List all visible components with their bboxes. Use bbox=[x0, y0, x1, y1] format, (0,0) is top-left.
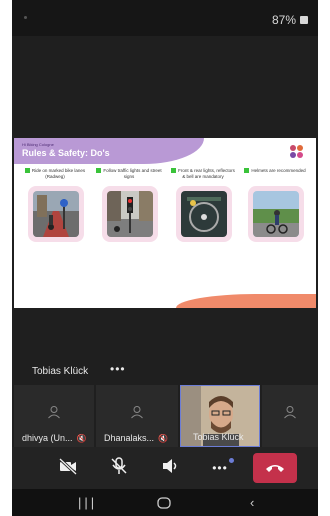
phone-screen: 87% Hi Biking Cologne Rules & Safety: Do… bbox=[12, 0, 318, 516]
status-bar: 87% bbox=[12, 0, 318, 36]
slide-tag: Hi Biking Cologne bbox=[22, 142, 54, 147]
slide-header: Hi Biking Cologne Rules & Safety: Do's bbox=[14, 138, 204, 164]
system-nav-bar: ||| ‹ bbox=[12, 489, 318, 516]
call-controls: ••• bbox=[12, 447, 318, 489]
rule-item: Follow traffic lights and street signs bbox=[96, 168, 162, 242]
participant-name: Tobias Klück bbox=[193, 432, 244, 442]
mic-off-icon: 🔇 bbox=[158, 434, 168, 443]
checkbox-icon bbox=[24, 168, 30, 174]
rule-card bbox=[176, 186, 232, 242]
bike-lane-photo bbox=[33, 191, 79, 237]
checkbox-icon bbox=[96, 168, 102, 174]
speaker-icon bbox=[163, 459, 177, 473]
rule-card bbox=[28, 186, 84, 242]
rule-item: Front & rear lights, reflectors & bell a… bbox=[170, 168, 236, 242]
mic-off-icon bbox=[111, 457, 127, 474]
presenter-more-button[interactable]: ••• bbox=[110, 362, 126, 376]
home-icon[interactable] bbox=[157, 497, 171, 509]
more-icon: ••• bbox=[212, 461, 228, 475]
mic-off-icon: 🔇 bbox=[76, 434, 87, 443]
bike-lights-photo bbox=[181, 191, 227, 237]
rule-item: Ride on marked bike lanes (Radweg) bbox=[22, 168, 88, 242]
back-icon[interactable]: ‹ bbox=[250, 495, 254, 510]
traffic-lights-photo bbox=[107, 191, 153, 237]
participant-tile[interactable]: dhivya (Un... 🔇 bbox=[14, 385, 94, 447]
checkbox-icon bbox=[171, 168, 177, 174]
participant-name: Dhanalaks... bbox=[104, 433, 155, 443]
participant-gallery: dhivya (Un... 🔇 Dhanalaks... 🔇 Tobias Klüc… bbox=[12, 385, 318, 447]
rule-text: Front & rear lights, reflectors & bell a… bbox=[178, 168, 235, 179]
participant-tile[interactable]: Dhanalaks... 🔇 bbox=[96, 385, 178, 447]
presentation-slide[interactable]: Hi Biking Cologne Rules & Safety: Do's R… bbox=[14, 138, 316, 308]
helmet-rider-photo bbox=[253, 191, 299, 237]
rule-text: Helmets are recommended bbox=[251, 168, 306, 173]
participant-name: dhivya (Un... bbox=[22, 433, 73, 443]
person-icon bbox=[131, 406, 143, 419]
rule-card bbox=[102, 186, 158, 242]
participant-tile-active[interactable]: Tobias Klück bbox=[180, 385, 260, 447]
notification-badge bbox=[229, 458, 234, 463]
rule-text: Follow traffic lights and street signs bbox=[103, 168, 162, 179]
hang-up-button[interactable] bbox=[253, 453, 297, 483]
speaker-button[interactable] bbox=[158, 456, 182, 480]
person-icon bbox=[48, 406, 60, 419]
phone-hangup-icon bbox=[266, 465, 284, 472]
camera-off-button[interactable] bbox=[56, 456, 80, 480]
checkbox-icon bbox=[244, 168, 250, 174]
slide-footer-wave bbox=[176, 294, 316, 308]
participant-tile[interactable] bbox=[262, 385, 318, 447]
slide-title: Rules & Safety: Do's bbox=[22, 148, 110, 158]
mic-off-button[interactable] bbox=[107, 456, 131, 480]
battery-icon bbox=[300, 16, 308, 24]
person-icon bbox=[284, 406, 296, 419]
rule-item: Helmets are recommended bbox=[242, 168, 308, 242]
shared-content-stage[interactable]: Hi Biking Cologne Rules & Safety: Do's R… bbox=[12, 36, 318, 381]
slide-logo-icon bbox=[290, 145, 304, 159]
slide-footer bbox=[14, 290, 316, 308]
battery-percent: 87% bbox=[271, 13, 296, 27]
rule-text: Ride on marked bike lanes (Radweg) bbox=[31, 168, 86, 179]
camera-off-icon bbox=[58, 457, 78, 476]
rule-card bbox=[248, 186, 304, 242]
more-options-button[interactable]: ••• bbox=[208, 456, 234, 480]
notification-dot-icon bbox=[24, 16, 27, 19]
recent-apps-icon[interactable]: ||| bbox=[78, 495, 97, 510]
presenter-name: Tobias Klück bbox=[32, 366, 89, 377]
